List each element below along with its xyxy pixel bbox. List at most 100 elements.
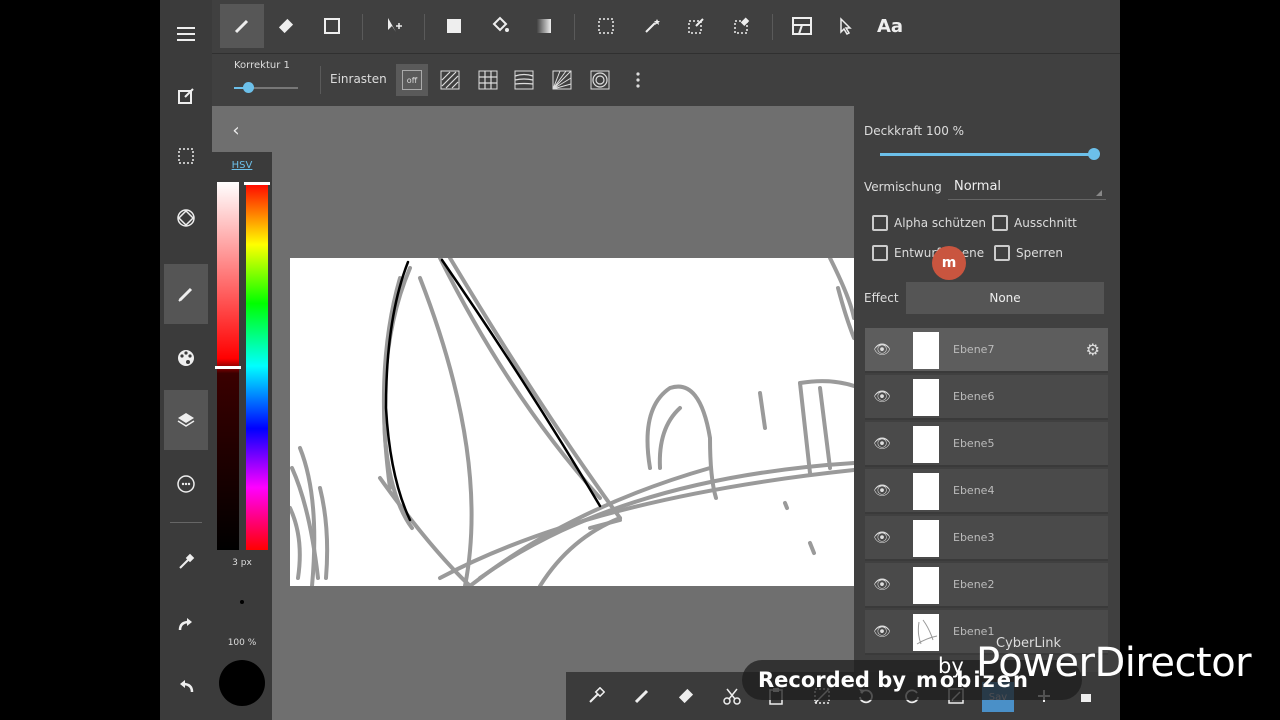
gradient-tool-icon[interactable] [522,4,566,48]
korrektur-label: Korrektur 1 [234,60,290,71]
text-tool-icon[interactable]: Aa [868,4,912,48]
sketch-strokes [290,258,854,586]
snap-off-button[interactable]: off [396,64,428,96]
alpha-protect-checkbox[interactable] [872,215,888,231]
layer-panel: Deckkraft 100 % Vermischung Normal Alpha… [854,106,1120,720]
select-tool-icon[interactable] [584,4,628,48]
drawing-canvas[interactable] [290,258,854,586]
layer-thumbnail [913,567,939,604]
top-toolbar: Aa [212,0,1120,54]
frame-divider-icon[interactable] [780,4,824,48]
toolbar-divider [424,14,425,40]
toolbar-divider [772,14,773,40]
blend-mode-select[interactable]: Normal [948,176,1106,200]
layer-thumbnail [913,379,939,416]
snap-perspective-icon[interactable] [508,64,540,96]
magic-wand-icon[interactable] [630,4,674,48]
blend-mode-value: Normal [954,179,1002,194]
layer-thumbnail [913,614,939,651]
brush-opacity-label[interactable]: 100 % [212,638,272,648]
layer-thumbnail [913,426,939,463]
operation-tool-icon[interactable] [824,4,868,48]
move-tool-icon[interactable] [372,4,416,48]
eyedropper-icon[interactable] [580,680,612,712]
layers-icon[interactable] [164,390,208,450]
korrektur-slider-thumb[interactable] [243,82,254,93]
select-eraser-icon[interactable] [720,4,764,48]
layer-name: Ebene2 [953,578,995,591]
subtoolbar-divider [320,66,321,94]
effect-label: Effect [864,291,899,305]
toolbar-divider [362,14,363,40]
rail-divider [170,522,202,523]
layer-opacity-slider[interactable] [880,153,1094,156]
layer-name: Ebene1 [953,625,995,638]
einrasten-label: Einrasten [330,72,387,86]
layer-name: Ebene6 [953,390,995,403]
hue-bar[interactable] [246,182,268,550]
snap-grid-icon[interactable] [472,64,504,96]
dropdown-caret-icon [1096,190,1102,196]
select-pen-icon[interactable] [674,4,718,48]
lock-label: Sperren [1016,246,1063,260]
eyedropper-icon[interactable] [164,532,208,592]
opacity-label: Deckkraft 100 % [864,124,965,138]
layer-row[interactable]: 👁 Ebene5 [865,422,1108,467]
menu-icon[interactable] [164,4,208,64]
eraser-tool-icon[interactable] [264,4,308,48]
pen-tool-icon[interactable] [220,4,264,48]
layer-opacity-thumb[interactable] [1088,148,1100,160]
draft-layer-checkbox[interactable] [872,245,888,261]
medibang-app: Aa Korrektur 1 Einrasten off ‹ HSV 3 px … [160,0,1120,720]
collapse-panel-icon[interactable]: ‹ [224,116,248,144]
toolbar-divider [574,14,575,40]
layer-thumbnail [913,520,939,557]
layer-row[interactable]: 👁 Ebene3 [865,516,1108,561]
mobizen-floating-badge[interactable]: m [932,246,966,280]
eye-icon[interactable]: 👁 [873,623,891,641]
current-color-swatch[interactable] [219,660,265,706]
brush-preview-dot [240,600,244,604]
effect-select-button[interactable]: None [906,282,1104,314]
eye-icon[interactable]: 👁 [873,576,891,594]
pen-icon[interactable] [626,680,658,712]
layer-row[interactable]: 👁 Ebene4 [865,469,1108,514]
undo-icon[interactable] [164,656,208,716]
eye-icon[interactable]: 👁 [873,341,891,359]
eraser-icon[interactable] [670,680,702,712]
layer-name: Ebene3 [953,531,995,544]
eye-icon[interactable]: 👁 [873,529,891,547]
bucket-tool-icon[interactable] [478,4,522,48]
layer-name: Ebene7 [953,343,995,356]
snap-concentric-icon[interactable] [584,64,616,96]
layer-name: Ebene4 [953,484,995,497]
palette-icon[interactable] [164,328,208,388]
gear-icon[interactable]: ⚙ [1086,340,1100,359]
shape-tool-icon[interactable] [310,4,354,48]
layer-row[interactable]: 👁 Ebene2 [865,563,1108,608]
rotate-icon[interactable] [164,188,208,248]
layer-row[interactable]: 👁 Ebene7 ⚙ [865,328,1108,373]
layer-thumbnail [913,473,939,510]
brightness-marker[interactable] [215,366,241,369]
fill-rect-tool-icon[interactable] [432,4,476,48]
lock-checkbox[interactable] [994,245,1010,261]
snap-off-label: off [402,70,422,90]
snap-parallel-icon[interactable] [434,64,466,96]
clipping-checkbox[interactable] [992,215,1008,231]
brush-icon[interactable] [164,264,208,324]
brush-size-label[interactable]: 3 px [212,558,272,568]
eye-icon[interactable]: 👁 [873,482,891,500]
hue-marker[interactable] [244,182,270,185]
layer-row[interactable]: 👁 Ebene6 [865,375,1108,420]
material-icon[interactable] [164,454,208,514]
redo-icon[interactable] [164,594,208,654]
selection-icon[interactable] [164,126,208,186]
eye-icon[interactable]: 👁 [873,435,891,453]
hsv-mode-link[interactable]: HSV [212,160,272,171]
snap-radial-icon[interactable] [546,64,578,96]
layer-name: Ebene5 [953,437,995,450]
eye-icon[interactable]: 👁 [873,388,891,406]
snap-more-icon[interactable] [622,64,654,96]
edit-icon[interactable] [164,66,208,126]
